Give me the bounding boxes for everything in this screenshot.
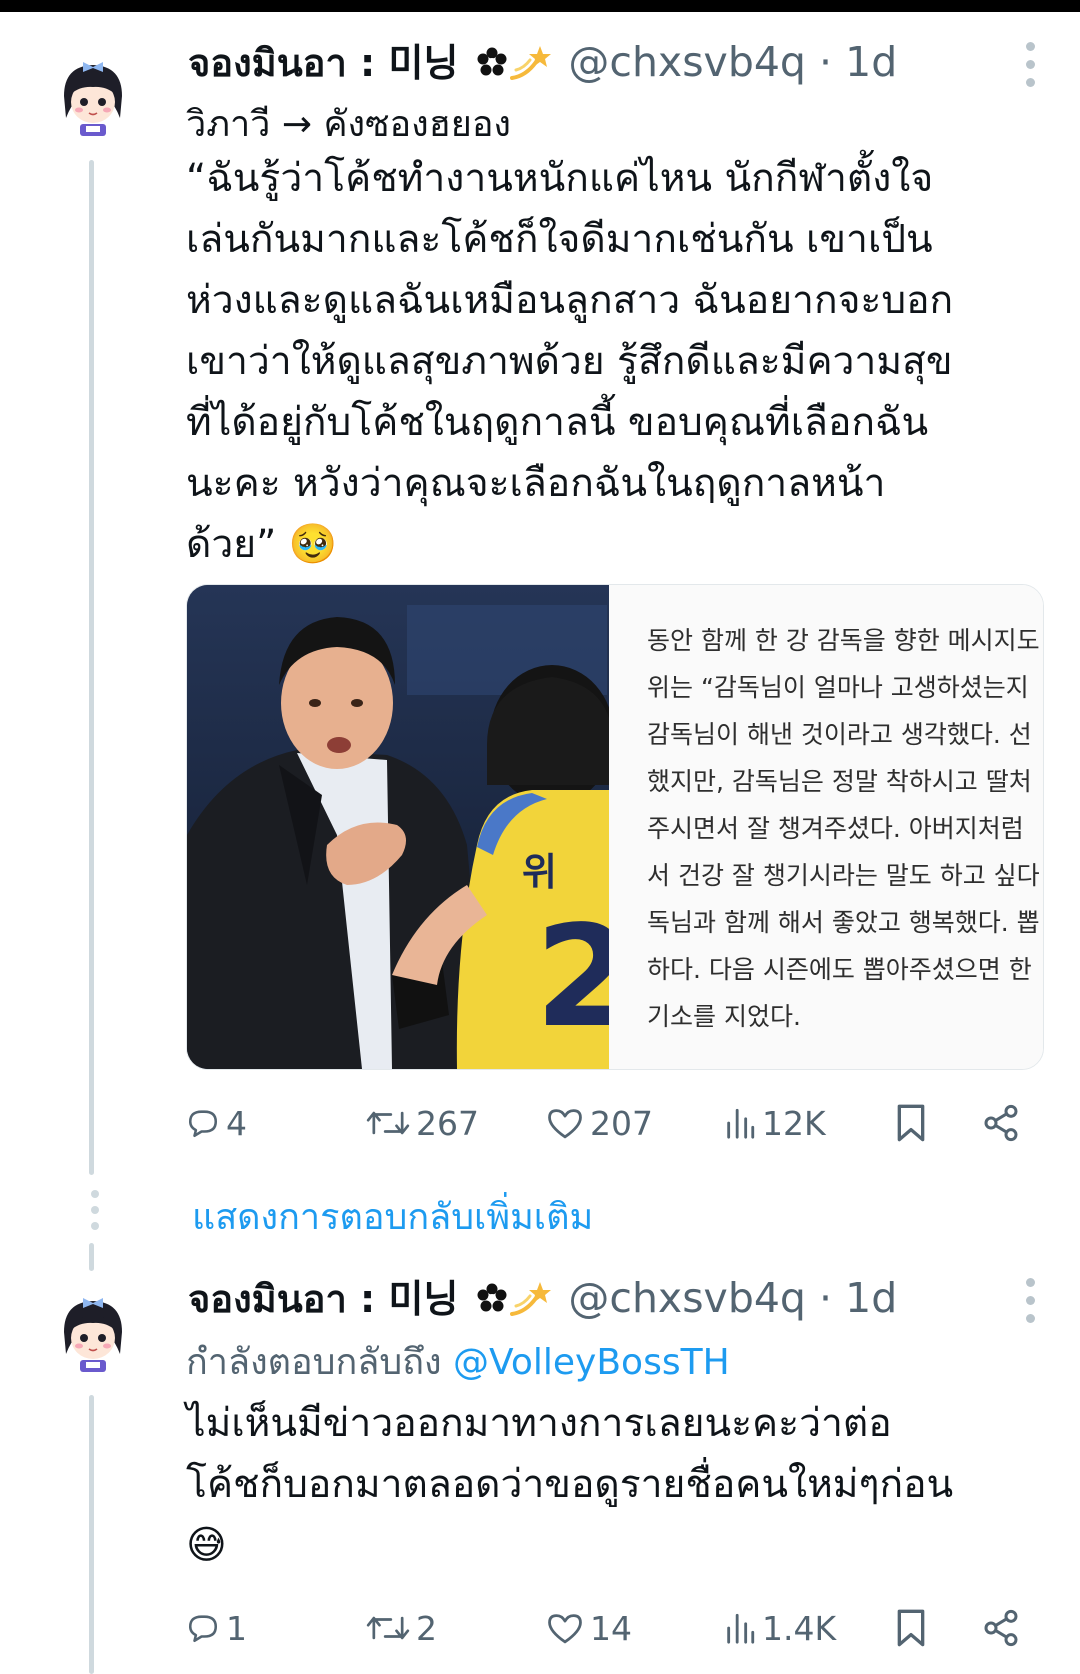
thread-line	[89, 160, 94, 1175]
repost-button[interactable]: 2	[366, 1600, 437, 1656]
repost-icon	[366, 1111, 410, 1135]
heart-icon	[548, 1614, 582, 1644]
tweet-text-line: ห่วงและดูแลฉันเหมือนลูกสาว ฉันอยากจะบอก	[186, 278, 954, 323]
dizzy-star-icon	[510, 1282, 552, 1316]
reply-bubble-icon	[188, 1615, 218, 1643]
thread-gap-dots	[91, 1190, 99, 1230]
share-button[interactable]	[981, 1600, 1021, 1656]
tweet-text-line: ไม่เห็นมีข่าวออกมาทางการเลยนะคะว่าต่อ	[186, 1401, 892, 1446]
name-decorations	[468, 42, 554, 82]
card-text-line: 기소를 지었다.	[647, 1002, 801, 1031]
timestamp[interactable]: 1d	[845, 1274, 897, 1322]
dizzy-star-icon	[510, 46, 552, 80]
repost-icon	[366, 1616, 410, 1640]
bookmark-button[interactable]	[894, 1600, 928, 1656]
avatar[interactable]	[50, 52, 136, 138]
share-icon	[984, 1104, 1018, 1142]
more-vertical-icon[interactable]	[1024, 42, 1036, 87]
reply-bubble-icon	[188, 1110, 218, 1138]
bookmark-icon	[897, 1609, 925, 1647]
nameplate-subline: วิภาวี → คังซองฮยอง	[186, 104, 512, 145]
views-bar-chart-icon	[727, 1613, 755, 1644]
avatar[interactable]	[50, 1288, 136, 1374]
repost-count: 267	[416, 1103, 479, 1143]
replying-to-line: กำลังตอบกลับถึง @VolleyBossTH	[186, 1333, 730, 1390]
bookmark-icon	[897, 1104, 925, 1142]
view-count: 12K	[762, 1103, 826, 1143]
status-bar	[0, 0, 1080, 12]
bookmark-button[interactable]	[894, 1095, 928, 1151]
tweet-header: จองมินอา : 미닝 @chxsvb4q · 1d	[188, 34, 897, 90]
share-button[interactable]	[981, 1095, 1021, 1151]
card-text-line: 감독님이 해낸 것이라고 생각했다. 선	[647, 720, 1032, 749]
views-button[interactable]: 1.4K	[724, 1600, 836, 1656]
tweet-actions: 1 2 14 1.4K	[186, 1600, 1046, 1656]
tweet-text-line: โค้ชก็บอกมาตลอดว่าขอดูรายชื่อคนใหม่ๆก่อน	[186, 1462, 954, 1507]
tweet-text: “ฉันรู้ว่าโค้ชทำงานหนักแค่ไหน นักกีฬาตั้…	[186, 148, 1046, 575]
tweet-actions: 4 267 207 12K	[186, 1095, 1046, 1151]
svg-text:위: 위	[522, 850, 557, 894]
like-count: 14	[590, 1608, 632, 1648]
tweet-text-line: ด้วย” 🥹	[186, 522, 338, 567]
tweet-text: ไม่เห็นมีข่าวออกมาทางการเลยนะคะว่าต่อ โค…	[186, 1393, 1046, 1576]
card-text-line: 주시면서 잘 챙겨주셨다. 아버지처럼	[647, 814, 1024, 843]
show-more-replies-link[interactable]: แสดงการตอบกลับเพิ่มเติม	[192, 1188, 593, 1245]
card-text-line: 서 건강 잘 챙기시라는 말도 하고 싶다	[647, 861, 1040, 890]
card-text-line: 독님과 함께 해서 좋았고 행복했다. 뽑	[647, 908, 1040, 937]
more-vertical-icon[interactable]	[1024, 1278, 1036, 1323]
tweet-header: จองมินอา : 미닝 @chxsvb4q · 1d	[188, 1270, 897, 1326]
reply-button[interactable]: 4	[186, 1095, 247, 1151]
views-button[interactable]: 12K	[724, 1095, 826, 1151]
tweet-text-line: เล่นกันมากและโค้ชก็ใจดีมากเช่นกัน เขาเป็…	[186, 217, 933, 262]
display-name[interactable]: จองมินอา : 미닝	[188, 1268, 458, 1329]
grinning-sweat-emoji: 😅	[186, 1523, 227, 1568]
tweet-text-line: ที่ได้อยู่กับโค้ชในฤดูกาลนี้ ขอบคุณที่เล…	[186, 400, 929, 445]
card-text-line: 하다. 다음 시즌에도 뽑아주셨으면 한	[647, 955, 1032, 984]
like-button[interactable]: 207	[546, 1095, 653, 1151]
card-text-line: 했지만, 감독님은 정말 착하시고 딸처	[647, 767, 1032, 796]
views-bar-chart-icon	[727, 1108, 755, 1139]
flower-icon	[477, 1283, 507, 1312]
thread-line	[89, 1243, 94, 1271]
name-decorations	[468, 1278, 554, 1318]
media-card[interactable]: 위 2 동안 함께 한 강 감독을 향한 메시지도 위는 “감독님이 얼마나 고…	[186, 584, 1044, 1070]
reply-count: 1	[226, 1608, 247, 1648]
photo-coach-and-player[interactable]: 위 2	[187, 585, 609, 1069]
like-count: 207	[590, 1103, 653, 1143]
card-text-line: 위는 “감독님이 얼마나 고생하셨는지	[647, 673, 1029, 702]
replying-to-label: กำลังตอบกลับถึง	[186, 1342, 442, 1383]
tweet-text-line: เขาว่าให้ดูแลสุขภาพด้วย รู้สึกดีและมีควา…	[186, 339, 953, 384]
mention-link[interactable]: @VolleyBossTH	[453, 1342, 730, 1383]
reply-count: 4	[226, 1103, 247, 1143]
card-text-line: 동안 함께 한 강 감독을 향한 메시지도	[647, 626, 1040, 655]
svg-text:2: 2	[535, 896, 609, 1059]
share-icon	[984, 1609, 1018, 1647]
thread-line	[89, 1395, 94, 1674]
flower-icon	[477, 47, 507, 76]
handle[interactable]: @chxsvb4q · 1d	[568, 38, 897, 86]
heart-icon	[548, 1109, 582, 1139]
timestamp[interactable]: 1d	[845, 38, 897, 86]
tweet-text-line: นะคะ หวังว่าคุณจะเลือกฉันในฤดูกาลหน้า	[186, 461, 886, 506]
view-count: 1.4K	[762, 1608, 837, 1648]
reply-button[interactable]: 1	[186, 1600, 247, 1656]
handle[interactable]: @chxsvb4q · 1d	[568, 1274, 897, 1322]
tweet-text-line: “ฉันรู้ว่าโค้ชทำงานหนักแค่ไหน นักกีฬาตั้…	[186, 156, 934, 201]
repost-button[interactable]: 267	[366, 1095, 479, 1151]
display-name[interactable]: จองมินอา : 미닝	[188, 32, 458, 93]
pleading-face-emoji: 🥹	[288, 522, 338, 567]
repost-count: 2	[416, 1608, 437, 1648]
card-article-text: 동안 함께 한 강 감독을 향한 메시지도 위는 “감독님이 얼마나 고생하셨는…	[609, 585, 1043, 1069]
like-button[interactable]: 14	[546, 1600, 632, 1656]
